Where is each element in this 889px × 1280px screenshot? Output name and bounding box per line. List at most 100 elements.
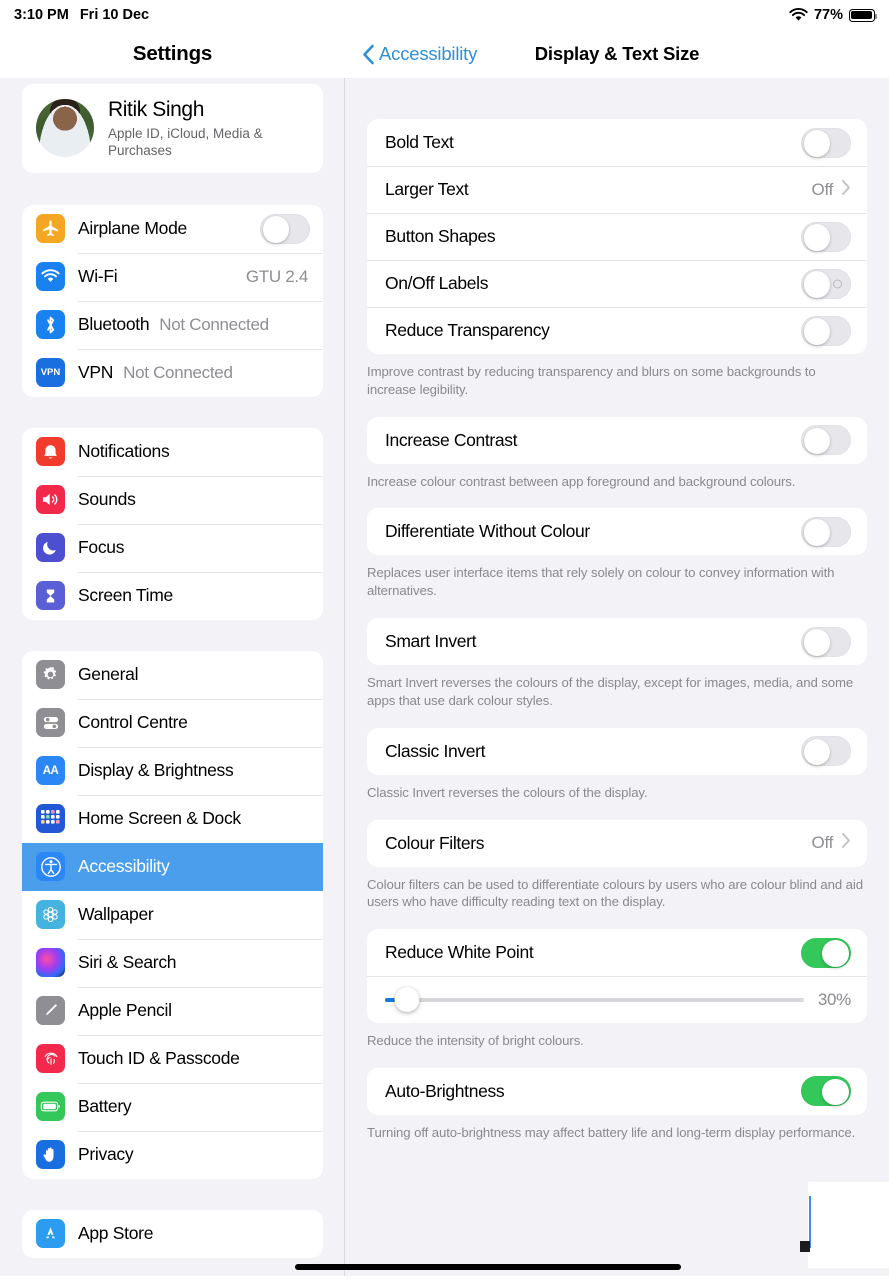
sidebar-item-label: Control Centre (78, 712, 188, 733)
profile-text: Ritik Singh Apple ID, iCloud, Media & Pu… (108, 97, 303, 160)
row-differentiate-without-colour[interactable]: Differentiate Without Colour (367, 508, 867, 555)
sidebar-item-accessibility[interactable]: Accessibility (22, 842, 323, 891)
row-classic-invert[interactable]: Classic Invert (367, 728, 867, 775)
siri-icon (36, 948, 65, 978)
home-indicator[interactable] (295, 1264, 681, 1270)
row-label: Larger Text (385, 179, 469, 199)
sidebar-item-sounds[interactable]: Sounds (22, 475, 323, 524)
row-on-off-labels[interactable]: On/Off Labels (367, 260, 867, 307)
sidebar-item-wifi[interactable]: Wi-Fi GTU 2.4 (22, 252, 323, 301)
airplane-mode-toggle[interactable] (260, 213, 310, 244)
back-button-accessibility[interactable]: Accessibility (362, 43, 477, 65)
sidebar-item-label: Wallpaper (78, 904, 154, 925)
display-text-size-panel[interactable]: Bold Text Larger Text Off Button Shapes … (345, 78, 889, 1280)
increase-contrast-toggle[interactable] (801, 425, 851, 456)
row-white-point-slider[interactable]: 30% (367, 976, 867, 1023)
white-point-slider[interactable] (385, 987, 804, 1013)
sidebar-item-touch-id-passcode[interactable]: Touch ID & Passcode (22, 1034, 323, 1083)
sidebar-item-label: Touch ID & Passcode (78, 1048, 240, 1069)
sidebar-item-focus[interactable]: Focus (22, 523, 323, 572)
sidebar-item-notifications[interactable]: Notifications (22, 428, 323, 476)
row-smart-invert[interactable]: Smart Invert (367, 618, 867, 665)
notifications-bell-icon (36, 437, 65, 467)
auto-brightness-toggle[interactable] (801, 1076, 851, 1107)
status-bar-right: 77% (789, 7, 878, 23)
status-bar: 3:10 PM Fri 10 Dec 77% (0, 0, 889, 30)
sounds-speaker-icon (36, 485, 65, 515)
sidebar-item-general[interactable]: General (22, 651, 323, 699)
home-screen-dock-icon (36, 804, 65, 834)
page-title-settings: Settings (132, 42, 213, 65)
row-label: Differentiate Without Colour (385, 521, 590, 542)
reduce-transparency-toggle[interactable] (801, 315, 851, 346)
status-bar-left: 3:10 PM Fri 10 Dec (14, 7, 149, 23)
sidebar-item-label: Home Screen & Dock (78, 808, 241, 829)
row-colour-filters[interactable]: Colour Filters Off (367, 820, 867, 867)
on-off-labels-toggle[interactable] (801, 268, 851, 299)
section-classic-invert: Classic Invert (367, 727, 867, 775)
accessibility-icon (36, 852, 65, 882)
airplane-icon (36, 214, 65, 244)
sidebar-item-bluetooth[interactable]: Bluetooth Not Connected (22, 300, 323, 349)
differentiate-without-colour-toggle[interactable] (801, 516, 851, 547)
bold-text-toggle[interactable] (801, 127, 851, 158)
sidebar-item-screen-time[interactable]: Screen Time (22, 571, 323, 620)
sidebar-group-connectivity: Airplane Mode Wi-Fi GTU 2.4 Bluetooth No… (22, 204, 323, 397)
sidebar-item-display-brightness[interactable]: AA Display & Brightness (22, 746, 323, 795)
settings-sidebar[interactable]: Ritik Singh Apple ID, iCloud, Media & Pu… (0, 78, 345, 1280)
sidebar-item-privacy[interactable]: Privacy (22, 1130, 323, 1179)
avatar (36, 99, 94, 158)
row-reduce-transparency[interactable]: Reduce Transparency (367, 307, 867, 354)
sidebar-item-label: Notifications (78, 441, 170, 462)
sidebar-group-notifications: Notifications Sounds Focus Screen Time (22, 427, 323, 620)
sidebar-item-label: Accessibility (78, 856, 170, 877)
sidebar-item-label: Focus (78, 537, 125, 558)
row-auto-brightness[interactable]: Auto-Brightness (367, 1068, 867, 1115)
battery-percent: 77% (813, 7, 843, 23)
row-increase-contrast[interactable]: Increase Contrast (367, 417, 867, 464)
sidebar-item-label: Wi-Fi (78, 266, 118, 287)
row-label: Classic Invert (385, 740, 486, 761)
profile-card[interactable]: Ritik Singh Apple ID, iCloud, Media & Pu… (22, 84, 323, 173)
wallpaper-icon (36, 900, 65, 930)
sidebar-item-battery[interactable]: Battery (22, 1082, 323, 1131)
sidebar-item-control-centre[interactable]: Control Centre (22, 698, 323, 747)
row-reduce-white-point[interactable]: Reduce White Point (367, 929, 867, 976)
sidebar-navbar: Settings (0, 30, 345, 78)
sidebar-item-app-store[interactable]: App Store (22, 1210, 323, 1258)
footnote-smart-invert: Smart Invert reverses the colours of the… (367, 675, 854, 708)
row-label: Bold Text (385, 132, 454, 152)
sidebar-item-home-screen-dock[interactable]: Home Screen & Dock (22, 794, 323, 843)
sidebar-item-vpn[interactable]: VPN VPN Not Connected (22, 348, 323, 397)
detail-navbar: Accessibility Display & Text Size (345, 30, 889, 78)
row-bold-text[interactable]: Bold Text (367, 119, 867, 166)
bottom-edge (0, 1276, 889, 1280)
button-shapes-toggle[interactable] (801, 221, 851, 252)
smart-invert-toggle[interactable] (801, 626, 851, 657)
sidebar-item-wallpaper[interactable]: Wallpaper (22, 891, 323, 939)
sidebar-item-label: Battery (78, 1096, 132, 1117)
sidebar-item-label: Screen Time (78, 585, 173, 606)
row-label: Smart Invert (385, 631, 477, 652)
section-auto-brightness: Auto-Brightness (367, 1067, 867, 1115)
bluetooth-status-value: Not Connected (159, 314, 269, 334)
sidebar-item-label: Privacy (78, 1144, 134, 1165)
section-reduce-white-point: Reduce White Point 30% (367, 929, 867, 1024)
sidebar-item-airplane-mode[interactable]: Airplane Mode (22, 205, 323, 253)
row-button-shapes[interactable]: Button Shapes (367, 213, 867, 260)
sidebar-item-siri-search[interactable]: Siri & Search (22, 938, 323, 987)
sidebar-item-label: Sounds (78, 489, 136, 510)
chevron-right-icon (841, 179, 851, 201)
row-label: Increase Contrast (385, 429, 518, 450)
row-label: Auto-Brightness (385, 1080, 505, 1101)
classic-invert-toggle[interactable] (801, 736, 851, 767)
row-label: On/Off Labels (385, 273, 489, 293)
section-smart-invert: Smart Invert (367, 618, 867, 666)
wifi-icon (36, 262, 65, 292)
sidebar-item-apple-pencil[interactable]: Apple Pencil (22, 986, 323, 1035)
vpn-icon: VPN (36, 358, 65, 388)
reduce-white-point-toggle[interactable] (801, 937, 851, 968)
row-larger-text[interactable]: Larger Text Off (367, 166, 867, 213)
app-store-icon (36, 1219, 65, 1249)
footnote-reduce-white-point: Reduce the intensity of bright colours. (367, 1033, 584, 1049)
